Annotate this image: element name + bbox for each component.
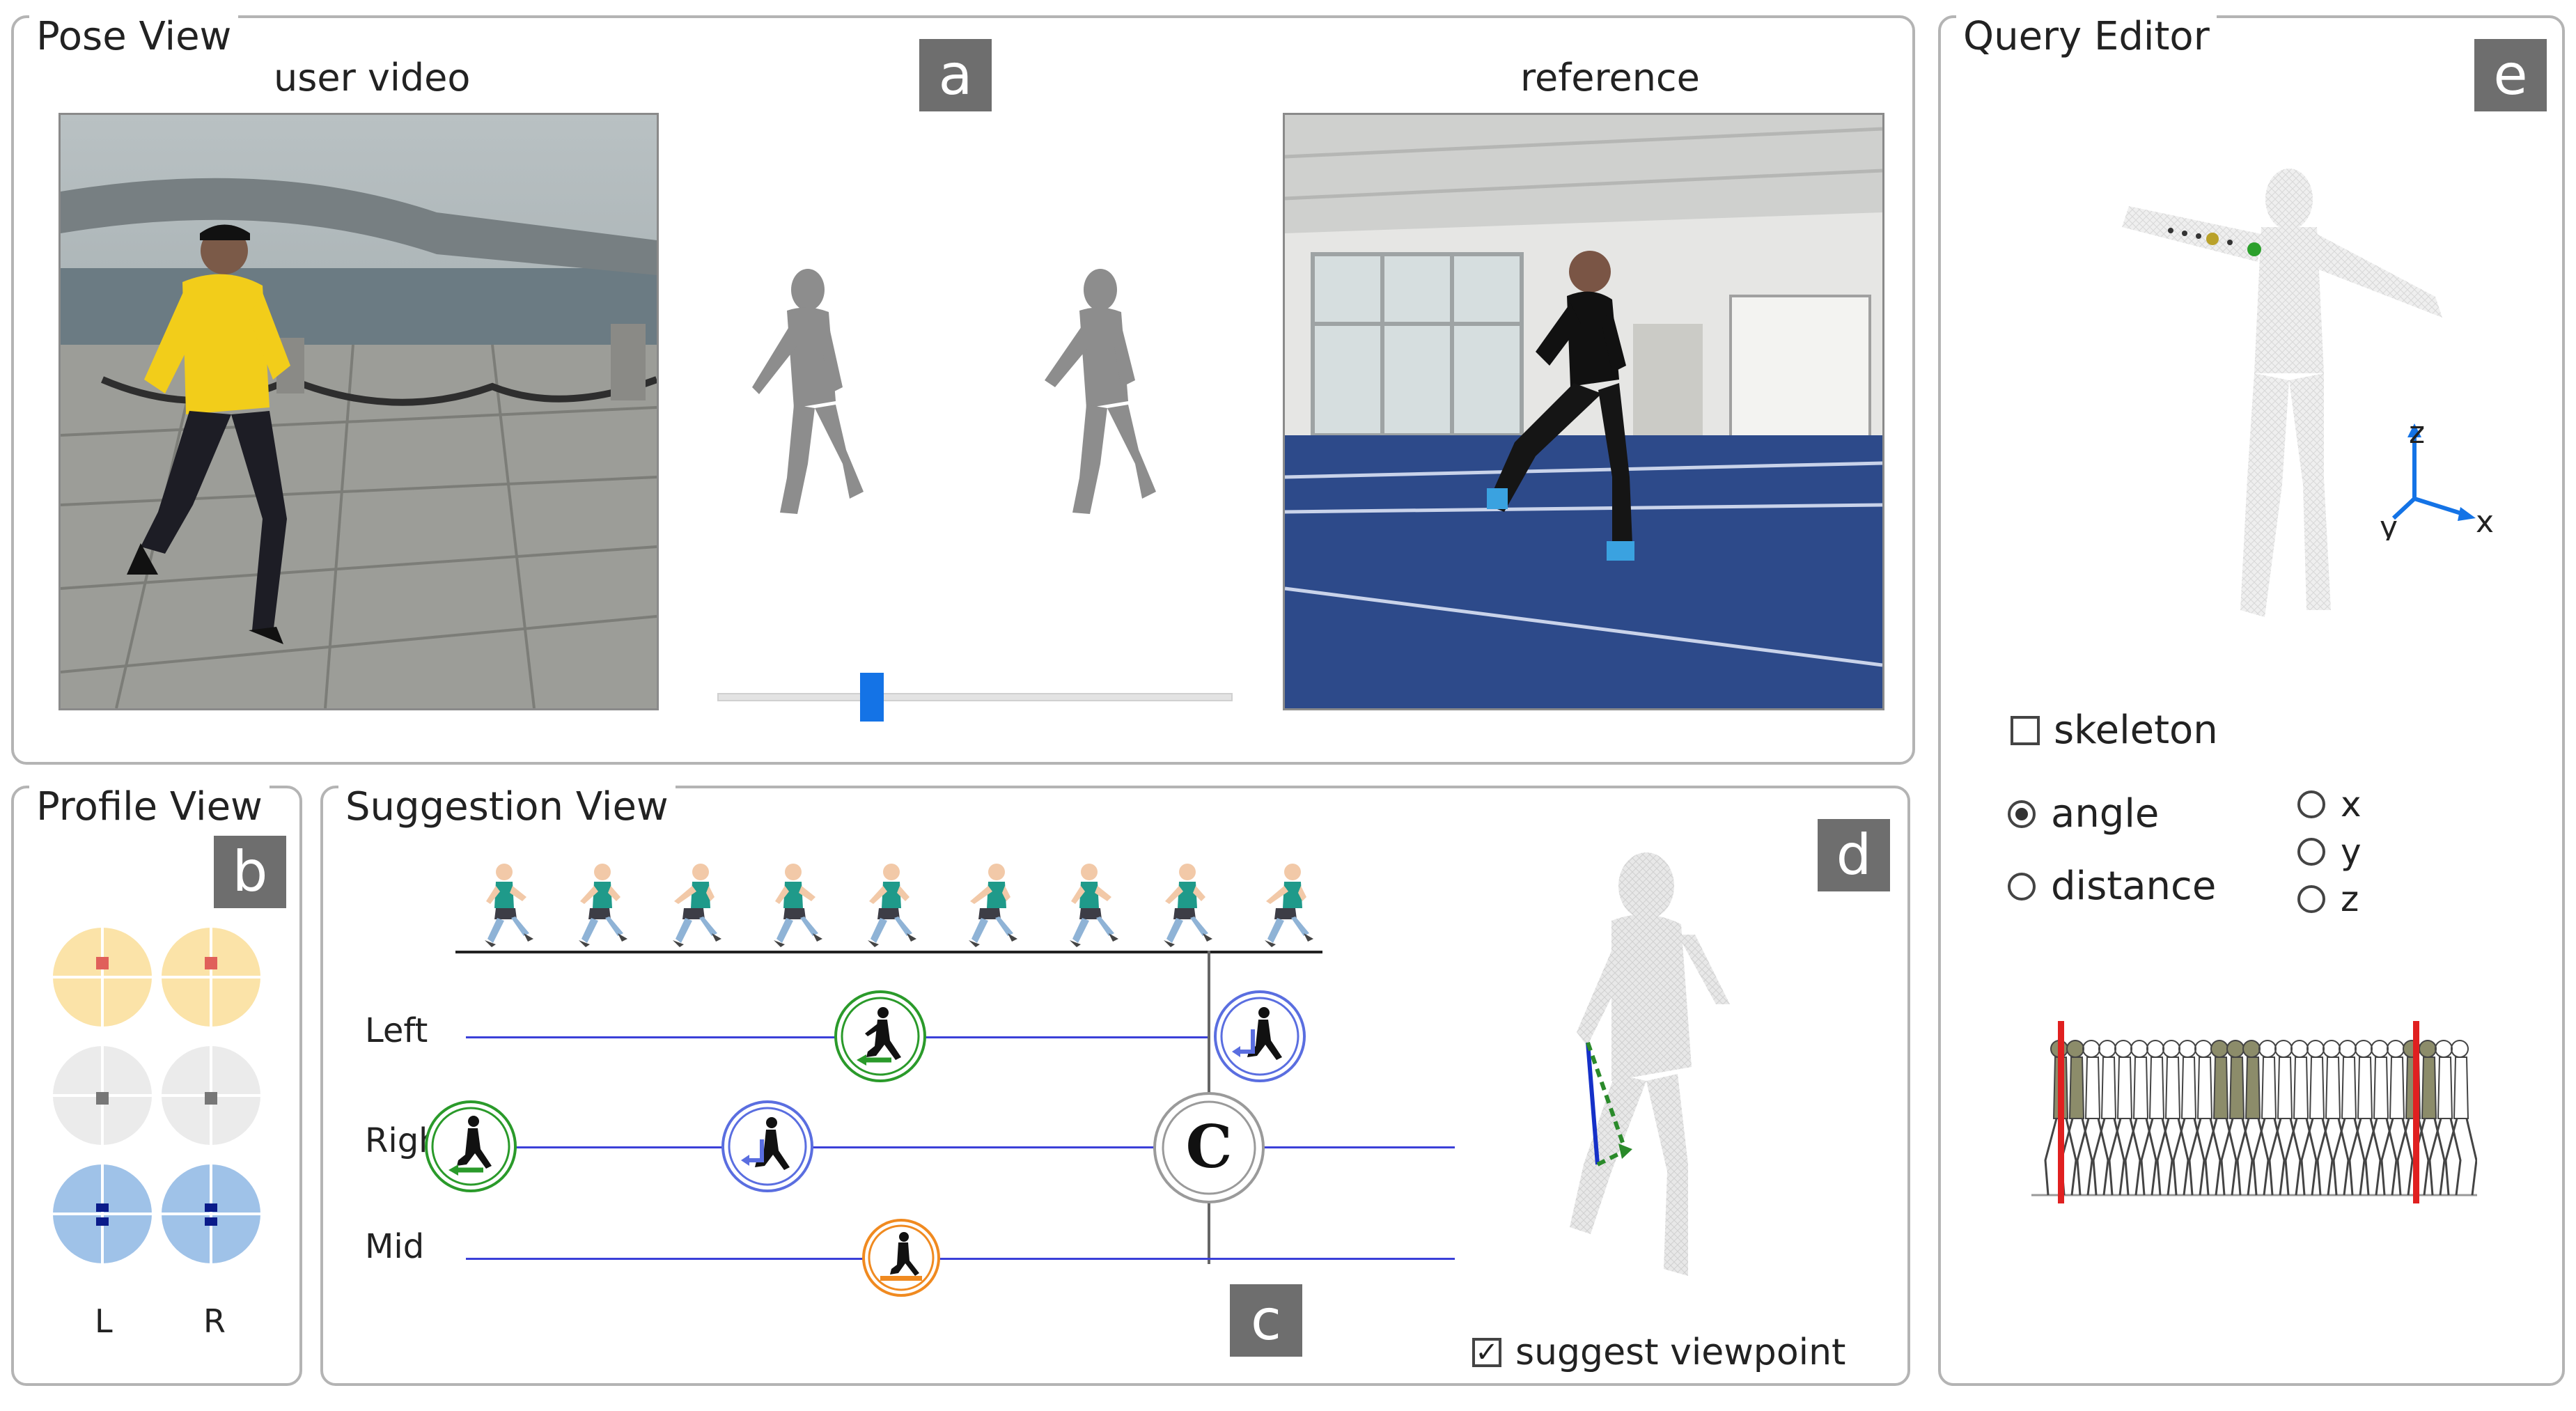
axis-x-radio[interactable]: x — [2297, 784, 2362, 825]
axis-x-option-label: x — [2341, 784, 2362, 825]
profile-marker — [96, 1203, 109, 1226]
gait-frames-strip — [485, 864, 1313, 947]
gait-frame-thumb — [774, 864, 822, 947]
user-video-image — [61, 115, 657, 708]
profile-marker — [205, 957, 217, 969]
pose-view-tag: a — [919, 39, 992, 111]
axis-x-label: x — [2476, 504, 2494, 540]
gait-frame-thumb — [673, 864, 721, 947]
playback-slider[interactable] — [717, 673, 1233, 722]
axes-gizmo[interactable]: z x y — [2359, 408, 2498, 540]
axis-y-radio[interactable]: y — [2297, 832, 2362, 872]
skeleton-label: skeleton — [2054, 708, 2218, 753]
distance-label: distance — [2051, 864, 2217, 909]
row-label-mid: Mid — [365, 1227, 425, 1266]
profile-right-label: R — [203, 1302, 226, 1340]
query-editor-panel: Query Editor e z x y skeleton angle dist… — [1938, 13, 2565, 1386]
timeline-axis — [455, 951, 1322, 953]
skeleton-checkbox[interactable]: skeleton — [2011, 708, 2218, 753]
rail-mid — [466, 1258, 1455, 1260]
profile-circle-right-0[interactable] — [162, 928, 260, 1027]
measure-angle-radio[interactable]: angle — [2008, 791, 2159, 836]
profile-marker — [96, 1092, 109, 1105]
axis-z-option-label: z — [2341, 879, 2359, 919]
user-video-frame[interactable] — [58, 113, 659, 710]
profile-view-tag: b — [214, 836, 286, 908]
distance-radio-icon[interactable] — [2008, 872, 2036, 901]
profile-marker — [205, 1203, 217, 1226]
gait-range-end — [2413, 1021, 2419, 1203]
detail-view-tag-d: d — [1818, 819, 1890, 891]
reference-video-frame[interactable] — [1283, 113, 1884, 710]
profile-marker — [96, 957, 109, 969]
profile-left-label: L — [95, 1302, 113, 1340]
playback-slider-thumb[interactable] — [860, 673, 884, 722]
suggest-viewpoint-check-icon[interactable]: ✓ — [1472, 1338, 1501, 1367]
axis-y-option-label: y — [2341, 832, 2362, 872]
suggestion-marker-left-1[interactable] — [832, 988, 929, 1085]
skeleton-check-icon[interactable] — [2011, 715, 2040, 745]
t-pose-body-model[interactable] — [2115, 164, 2477, 638]
rail-right — [466, 1146, 1455, 1148]
current-frame-marker-letter: C — [1186, 1112, 1233, 1181]
pose-view-panel: Pose View a user video reference — [11, 13, 1915, 765]
profile-circle-left-0[interactable] — [53, 928, 152, 1027]
user-video-label: user video — [274, 56, 471, 100]
profile-circle-left-1[interactable] — [53, 1046, 152, 1145]
suggestion-view-panel: Suggestion View c d Left Righ Mid C ✓ su… — [320, 783, 1910, 1386]
profile-circle-right-2[interactable] — [162, 1164, 260, 1263]
angle-label: angle — [2051, 791, 2160, 836]
row-label-left: Left — [365, 1011, 428, 1050]
reference-3d-pose-model — [1045, 269, 1156, 514]
axis-z-radio[interactable]: z — [2297, 879, 2359, 919]
axis-y-label: y — [2380, 510, 2398, 540]
gait-frame-thumb — [1164, 864, 1212, 947]
gait-frame-thumb — [1070, 864, 1118, 947]
query-editor-tag: e — [2474, 39, 2547, 111]
suggestion-marker-mid-1[interactable] — [859, 1216, 943, 1300]
suggestion-view-tag-c: c — [1230, 1284, 1302, 1357]
reference-video-image — [1285, 115, 1882, 708]
angle-radio-icon[interactable] — [2008, 800, 2036, 828]
gait-frame-thumb — [969, 864, 1017, 947]
suggestion-marker-right-2[interactable] — [719, 1098, 816, 1195]
gait-range-start — [2058, 1021, 2064, 1203]
pose-view-title: Pose View — [29, 13, 239, 61]
playback-slider-track — [717, 693, 1233, 701]
suggest-viewpoint-checkbox[interactable]: ✓ suggest viewpoint — [1472, 1332, 1845, 1373]
reference-label: reference — [1520, 56, 1700, 100]
suggestion-view-title: Suggestion View — [338, 783, 676, 832]
profile-view-title: Profile View — [29, 783, 270, 832]
axis-z-label: z — [2409, 415, 2425, 451]
gait-frame-thumb — [868, 864, 916, 947]
current-frame-marker[interactable]: C — [1152, 1091, 1266, 1205]
user-3d-pose-model — [752, 269, 864, 514]
gait-frame-thumb — [579, 864, 627, 947]
axis-z-radio-icon[interactable] — [2297, 885, 2325, 913]
query-editor-title: Query Editor — [1956, 13, 2217, 61]
profile-view-panel: Profile View b L R — [11, 783, 302, 1386]
axis-x-radio-icon[interactable] — [2297, 790, 2325, 818]
viewpoint-3d-model[interactable] — [1521, 837, 1751, 1311]
suggestion-marker-left-2[interactable] — [1211, 988, 1309, 1085]
gait-frame-thumb — [485, 864, 533, 947]
axis-y-radio-icon[interactable] — [2297, 838, 2325, 866]
gait-frame-thumb — [1265, 864, 1313, 947]
measure-distance-radio[interactable]: distance — [2008, 864, 2216, 909]
gait-cycle-strip[interactable] — [2031, 1021, 2477, 1209]
suggest-viewpoint-label: suggest viewpoint — [1515, 1332, 1846, 1373]
suggestion-marker-right-1[interactable] — [422, 1098, 520, 1195]
profile-marker — [205, 1092, 217, 1105]
profile-circle-left-2[interactable] — [53, 1164, 152, 1263]
profile-circle-right-1[interactable] — [162, 1046, 260, 1145]
